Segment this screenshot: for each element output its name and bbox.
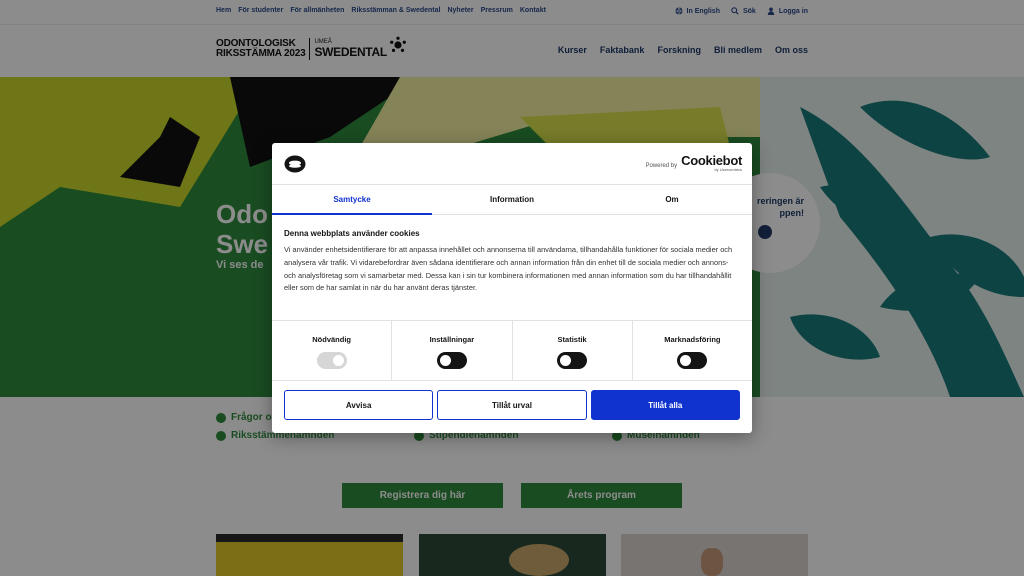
cookiebot-brand-sub: by Usercentrics bbox=[714, 167, 742, 172]
powered-by-cookiebot[interactable]: Powered by Cookiebot by Usercentrics bbox=[645, 153, 742, 172]
allow-selection-button[interactable]: Tillåt urval bbox=[437, 390, 587, 420]
tab-om[interactable]: Om bbox=[592, 185, 752, 214]
cookiebot-brand: Cookiebot bbox=[681, 153, 742, 168]
dialog-description: Vi använder enhetsidentifierare för att … bbox=[284, 245, 733, 293]
toggle-label-marketing: Marknadsföring bbox=[664, 335, 721, 344]
consent-toggles: Nödvändig Inställningar Statistik Markna… bbox=[272, 320, 752, 381]
toggle-group-marketing: Marknadsföring bbox=[633, 321, 752, 380]
tab-samtycke[interactable]: Samtycke bbox=[272, 185, 432, 215]
cookie-consent-dialog: Powered by Cookiebot by Usercentrics Sam… bbox=[272, 143, 752, 433]
dialog-body: Denna webbplats använder cookies Vi anvä… bbox=[284, 229, 740, 295]
toggle-group-necessary: Nödvändig bbox=[272, 321, 393, 380]
toggle-label-necessary: Nödvändig bbox=[312, 335, 351, 344]
toggle-preferences[interactable] bbox=[436, 352, 467, 369]
cookie-icon bbox=[284, 155, 306, 173]
dialog-heading: Denna webbplats använder cookies bbox=[284, 229, 420, 238]
toggle-group-statistics: Statistik bbox=[513, 321, 633, 380]
dialog-buttons: Avvisa Tillåt urval Tillåt alla bbox=[284, 390, 740, 420]
dialog-header: Powered by Cookiebot by Usercentrics bbox=[272, 143, 752, 185]
deny-button[interactable]: Avvisa bbox=[284, 390, 434, 420]
toggle-label-statistics: Statistik bbox=[557, 335, 587, 344]
dialog-tabs: Samtycke Information Om bbox=[272, 185, 752, 215]
toggle-statistics[interactable] bbox=[557, 352, 588, 369]
toggle-label-preferences: Inställningar bbox=[429, 335, 475, 344]
toggle-marketing[interactable] bbox=[677, 352, 708, 369]
toggle-necessary bbox=[316, 352, 347, 369]
allow-all-button[interactable]: Tillåt alla bbox=[590, 390, 740, 420]
toggle-group-preferences: Inställningar bbox=[392, 321, 513, 380]
powered-by-label: Powered by bbox=[645, 163, 678, 169]
cookiebot-logo: Cookiebot by Usercentrics bbox=[681, 153, 742, 172]
tab-information[interactable]: Information bbox=[432, 185, 592, 214]
